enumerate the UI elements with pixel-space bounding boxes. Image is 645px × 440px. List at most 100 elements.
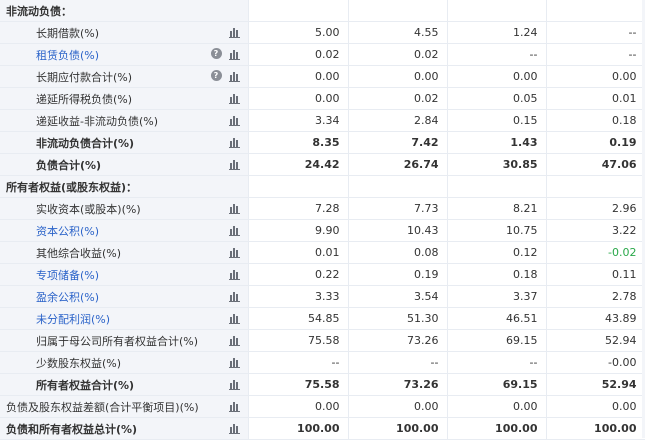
table-row: 盈余公积(%) 3.33 3.54 3.37 2.78 [0, 285, 645, 308]
bar-chart-icon[interactable] [228, 158, 240, 170]
value-cell: 3.22 [546, 219, 645, 242]
row-label[interactable]: 盈余公积(%) [0, 289, 99, 305]
value-cell: 4.55 [348, 21, 448, 44]
row-label-cell: 所有者权益合计(%) [0, 373, 249, 396]
value-cell: 0.18 [546, 109, 645, 132]
value-cell: -- [248, 351, 349, 374]
row-label-cell: 所有者权益(或股东权益)： [0, 175, 249, 198]
value-cell: 0.12 [447, 241, 547, 264]
value-cell: 26.74 [348, 153, 448, 176]
value-cell: 0.11 [546, 263, 645, 286]
row-label-cell: 负债合计(%) [0, 153, 249, 176]
value-cell: 0.00 [546, 395, 645, 418]
value-cell: 75.58 [248, 329, 349, 352]
table-row: 长期借款(%) 5.00 4.55 1.24 -- [0, 21, 645, 44]
row-label: 所有者权益(或股东权益)： [6, 180, 138, 194]
table-row: 未分配利润(%) 54.85 51.30 46.51 43.89 [0, 307, 645, 330]
row-label[interactable]: 专项储备(%) [0, 267, 99, 283]
bar-chart-icon[interactable] [228, 202, 240, 214]
value-cell: 0.02 [348, 43, 448, 66]
bar-chart-icon[interactable] [228, 114, 240, 126]
row-label-cell: 未分配利润(%) [0, 307, 249, 330]
value-cell: 100.00 [447, 417, 547, 440]
value-cell: 0.19 [546, 131, 645, 154]
row-label: 递延收益-非流动负债(%) [36, 114, 159, 128]
value-cell: 47.06 [546, 153, 645, 176]
row-label-cell: 负债及股东权益差额(合计平衡项目)(%) [0, 395, 249, 418]
bar-chart-icon[interactable] [228, 92, 240, 104]
row-label: 递延所得税负债(%) [36, 92, 133, 106]
empty-cell [248, 0, 349, 22]
question-icon[interactable]: ? [210, 70, 222, 81]
value-cell: 1.24 [447, 21, 547, 44]
table-row: 专项储备(%) 0.22 0.19 0.18 0.11 [0, 263, 645, 286]
value-cell: 100.00 [546, 417, 645, 440]
row-label-cell: 实收资本(或股本)(%) [0, 197, 249, 220]
value-cell: -- [546, 43, 645, 66]
row-label: 长期应付款合计(%) [36, 70, 133, 84]
question-icon[interactable]: ? [210, 48, 222, 59]
bar-chart-icon[interactable] [228, 136, 240, 148]
section-row: 非流动负债： [0, 0, 645, 22]
table-row: 长期应付款合计(%)? 0.00 0.00 0.00 0.00 [0, 65, 645, 88]
value-cell: 0.02 [348, 87, 448, 110]
row-label-cell: 非流动负债合计(%) [0, 131, 249, 154]
value-cell: 8.35 [248, 131, 349, 154]
bar-chart-icon[interactable] [228, 400, 240, 412]
empty-cell [348, 175, 448, 198]
table-row: 其他综合收益(%) 0.01 0.08 0.12 -0.02 [0, 241, 645, 264]
value-cell: 3.33 [248, 285, 349, 308]
row-label: 实收资本(或股本)(%) [36, 202, 141, 216]
bar-chart-icon[interactable] [228, 334, 240, 346]
value-cell: 0.08 [348, 241, 448, 264]
bar-chart-icon[interactable] [228, 356, 240, 368]
row-label-cell: 长期借款(%) [0, 21, 249, 44]
empty-cell [447, 0, 547, 22]
bar-chart-icon[interactable] [228, 246, 240, 258]
bar-chart-icon[interactable] [228, 70, 240, 82]
row-label[interactable]: 资本公积(%) [0, 223, 99, 239]
row-label: 负债合计(%) [36, 158, 102, 172]
row-label-cell: 长期应付款合计(%)? [0, 65, 249, 88]
bar-chart-icon[interactable] [228, 378, 240, 390]
value-cell: 30.85 [447, 153, 547, 176]
section-row: 所有者权益(或股东权益)： [0, 175, 645, 198]
empty-cell [546, 0, 645, 22]
row-label[interactable]: 未分配利润(%) [0, 311, 110, 327]
value-cell: 9.90 [248, 219, 349, 242]
bar-chart-icon[interactable] [228, 48, 240, 60]
bar-chart-icon[interactable] [228, 26, 240, 38]
value-cell: 0.05 [447, 87, 547, 110]
row-label-cell: 少数股东权益(%) [0, 351, 249, 374]
row-label[interactable]: 租赁负债(%) [0, 47, 99, 63]
value-cell: 54.85 [248, 307, 349, 330]
bar-chart-icon[interactable] [228, 224, 240, 236]
value-cell: 75.58 [248, 373, 349, 396]
table-row: 负债合计(%) 24.42 26.74 30.85 47.06 [0, 153, 645, 176]
bar-chart-icon[interactable] [228, 422, 240, 434]
value-cell: 1.43 [447, 131, 547, 154]
value-cell: 10.75 [447, 219, 547, 242]
bar-chart-icon[interactable] [228, 290, 240, 302]
value-cell: 52.94 [546, 373, 645, 396]
row-label-cell: 其他综合收益(%) [0, 241, 249, 264]
value-cell: 0.00 [546, 65, 645, 88]
row-label-cell: 资本公积(%) [0, 219, 249, 242]
value-cell: 0.00 [248, 87, 349, 110]
empty-cell [546, 175, 645, 198]
value-cell: 0.00 [447, 65, 547, 88]
value-cell: 69.15 [447, 373, 547, 396]
table-row: 递延所得税负债(%) 0.00 0.02 0.05 0.01 [0, 87, 645, 110]
value-cell: 100.00 [248, 417, 349, 440]
row-label: 所有者权益合计(%) [36, 378, 135, 392]
bar-chart-icon[interactable] [228, 312, 240, 324]
table-row: 租赁负债(%)? 0.02 0.02 -- -- [0, 43, 645, 66]
value-cell: 0.01 [248, 241, 349, 264]
bar-chart-icon[interactable] [228, 268, 240, 280]
value-cell: 0.00 [447, 395, 547, 418]
row-label-cell: 递延所得税负债(%) [0, 87, 249, 110]
value-cell: 7.28 [248, 197, 349, 220]
value-cell: 0.22 [248, 263, 349, 286]
row-label-cell: 租赁负债(%)? [0, 43, 249, 66]
value-cell: 7.73 [348, 197, 448, 220]
